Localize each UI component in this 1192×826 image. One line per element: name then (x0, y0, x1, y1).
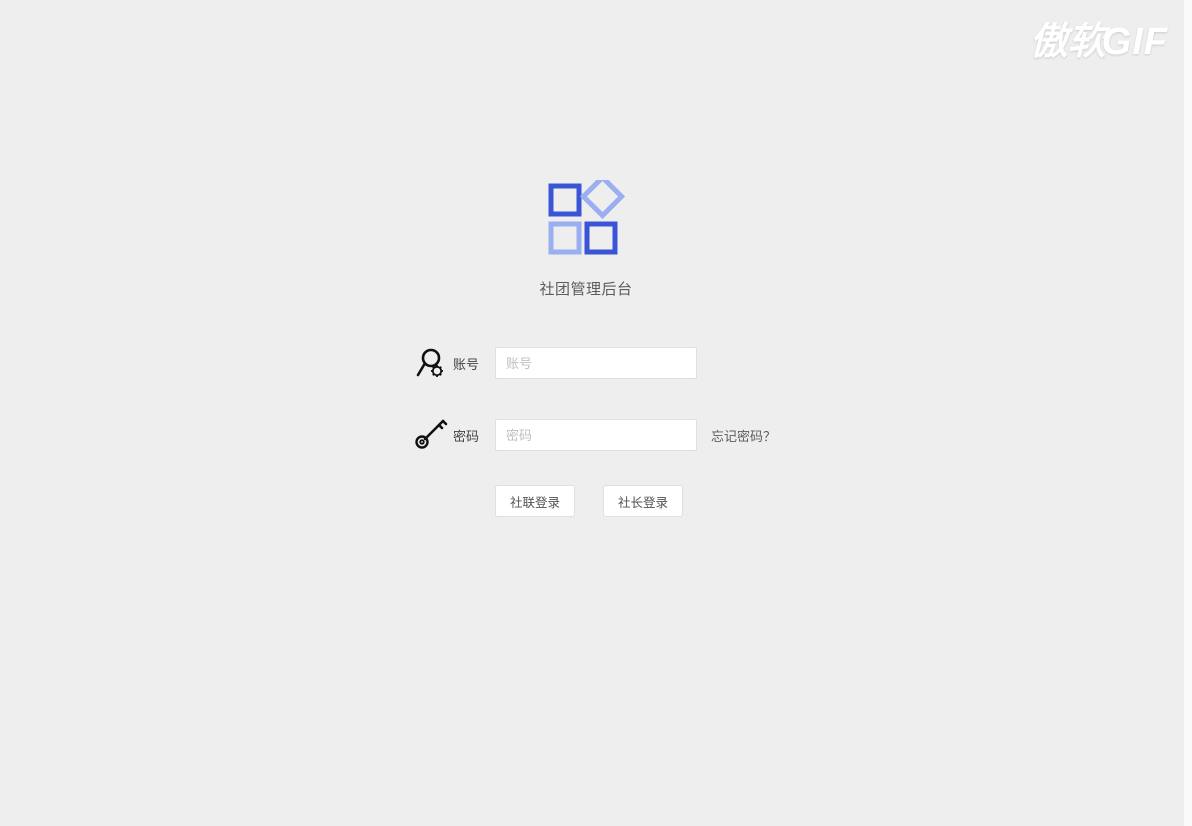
login-container: 社团管理后台 (206, 180, 986, 517)
forgot-password-link[interactable]: 忘记密码？ (711, 426, 776, 445)
watermark-cn: 傲软 (1030, 21, 1106, 63)
president-login-button[interactable]: 社长登录 (603, 485, 683, 517)
account-row: 账号 (206, 345, 986, 381)
button-group: 社联登录 社长登录 (495, 485, 683, 517)
password-label: 密码 (453, 426, 495, 445)
login-form: 账号 密码 (206, 345, 986, 517)
scrollbar-track (1184, 0, 1192, 826)
account-input[interactable] (495, 347, 697, 379)
password-input[interactable] (495, 419, 697, 451)
union-login-button[interactable]: 社联登录 (495, 485, 575, 517)
buttons-row: 社联登录 社长登录 (206, 485, 986, 517)
app-title: 社团管理后台 (206, 278, 966, 299)
account-label: 账号 (453, 354, 495, 373)
watermark: 傲软GIF (1030, 10, 1168, 65)
user-gear-icon (413, 345, 449, 381)
app-logo-icon (547, 180, 625, 258)
logo-block: 社团管理后台 (206, 180, 986, 299)
key-icon (413, 417, 449, 453)
password-row: 密码 忘记密码？ (206, 417, 986, 453)
watermark-en: GIF (1102, 21, 1168, 63)
